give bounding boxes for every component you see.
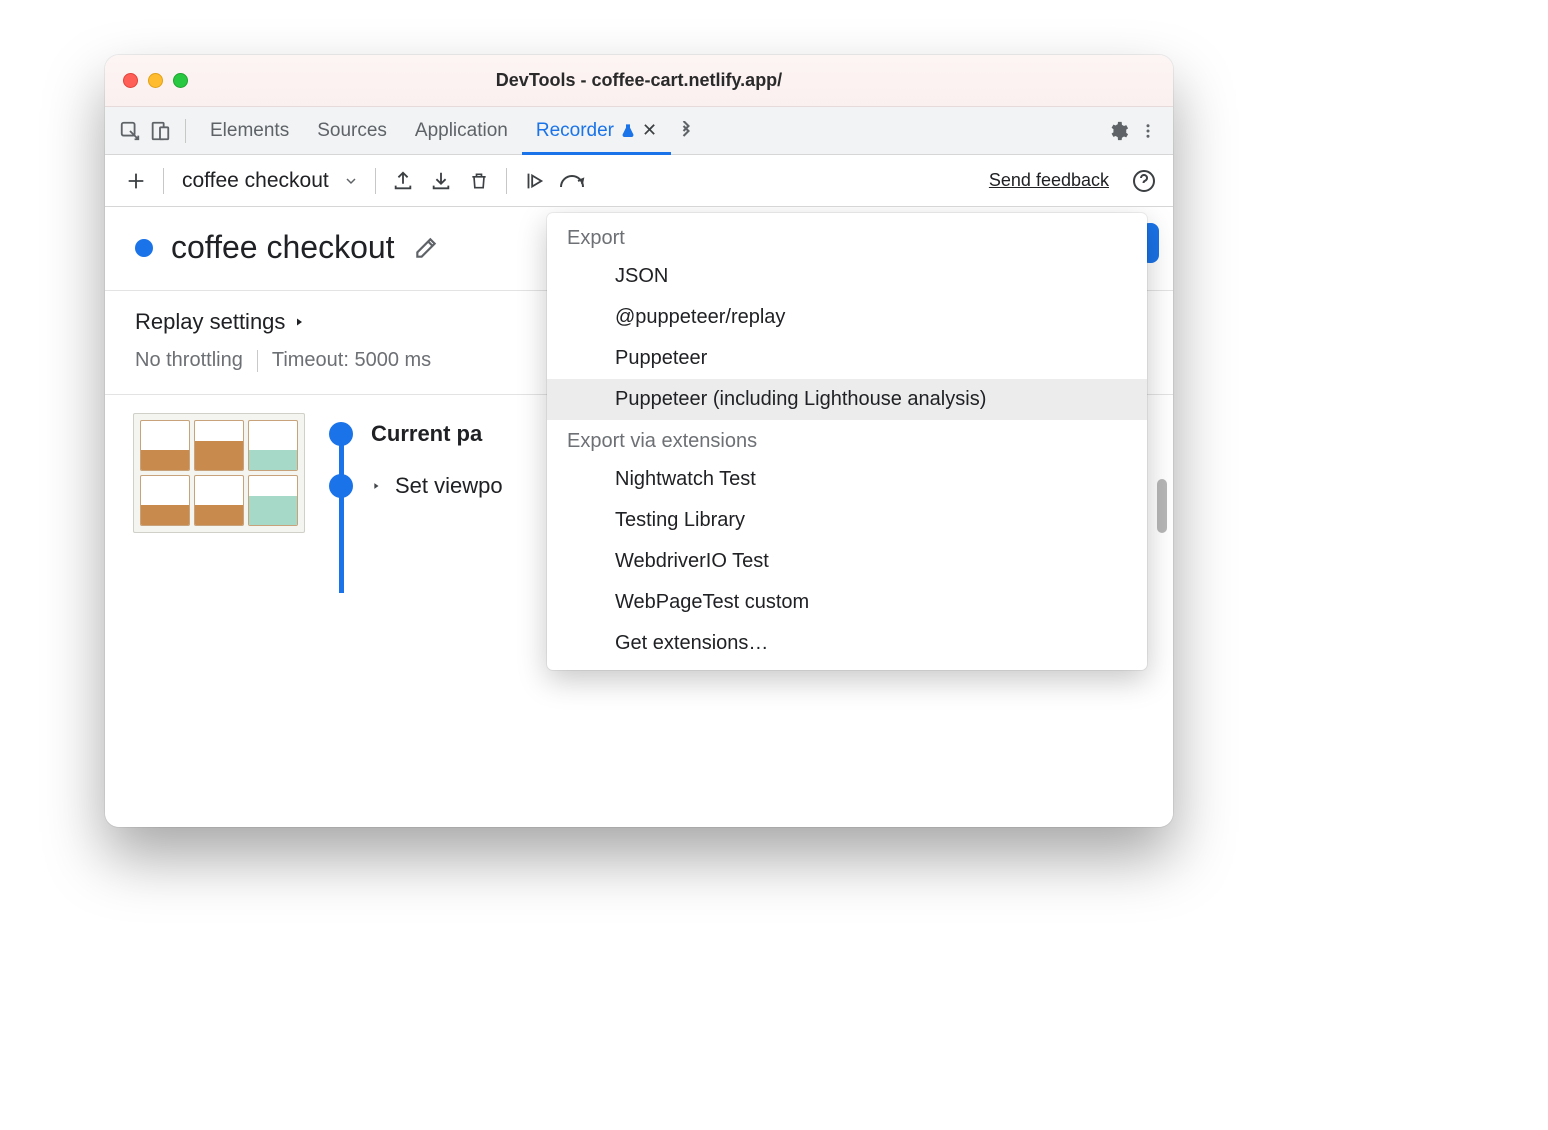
- edit-title-icon[interactable]: [413, 235, 439, 261]
- step-connector: [339, 433, 344, 593]
- slow-replay-icon[interactable]: [555, 164, 589, 198]
- separator: [163, 168, 164, 194]
- flask-icon: [620, 123, 636, 139]
- devtools-tabbar: Elements Sources Application Recorder ✕: [105, 107, 1173, 155]
- tab-sources[interactable]: Sources: [303, 107, 401, 155]
- help-icon[interactable]: [1127, 164, 1161, 198]
- chevron-down-icon: [343, 173, 359, 189]
- close-window-button[interactable]: [123, 73, 138, 88]
- export-menu-item-puppeteer-lighthouse[interactable]: Puppeteer (including Lighthouse analysis…: [547, 379, 1147, 420]
- tab-label: Elements: [210, 120, 289, 142]
- recorder-toolbar: coffee checkout Send f: [105, 155, 1173, 207]
- page-thumbnail: [133, 413, 305, 533]
- caret-right-icon: [293, 315, 305, 329]
- gear-icon[interactable]: [1103, 116, 1133, 146]
- timeout-value: Timeout: 5000 ms: [272, 349, 431, 372]
- separator: [375, 168, 376, 194]
- step-icon[interactable]: [517, 164, 551, 198]
- separator: [257, 350, 258, 372]
- tab-label: Sources: [317, 120, 387, 142]
- close-tab-icon[interactable]: ✕: [642, 120, 657, 141]
- tab-recorder[interactable]: Recorder ✕: [522, 107, 671, 155]
- export-menu-item-webpagetest[interactable]: WebPageTest custom: [547, 582, 1147, 623]
- step-label: Current pa: [371, 421, 482, 447]
- recorder-content: ⋮ coffee checkout Replay settings No thr…: [105, 207, 1173, 827]
- device-toolbar-icon[interactable]: [145, 116, 175, 146]
- maximize-window-button[interactable]: [173, 73, 188, 88]
- inspect-element-icon[interactable]: [115, 116, 145, 146]
- new-recording-icon[interactable]: [119, 164, 153, 198]
- titlebar: DevTools - coffee-cart.netlify.app/: [105, 55, 1173, 107]
- step-dot: [329, 474, 353, 498]
- recording-title: coffee checkout: [171, 229, 395, 266]
- caret-right-icon: [371, 480, 381, 492]
- step-dot: [329, 422, 353, 446]
- export-menu-header: Export: [547, 217, 1147, 256]
- recording-select-label: coffee checkout: [182, 169, 329, 193]
- export-menu-extensions-header: Export via extensions: [547, 420, 1147, 459]
- export-menu-item-nightwatch[interactable]: Nightwatch Test: [547, 459, 1147, 500]
- export-icon[interactable]: [386, 164, 420, 198]
- devtools-window: DevTools - coffee-cart.netlify.app/ Elem…: [105, 55, 1173, 827]
- tab-label: Recorder: [536, 120, 614, 142]
- tab-elements[interactable]: Elements: [196, 107, 303, 155]
- separator: [185, 119, 186, 143]
- export-menu-item-webdriverio[interactable]: WebdriverIO Test: [547, 541, 1147, 582]
- delete-icon[interactable]: [462, 164, 496, 198]
- minimize-window-button[interactable]: [148, 73, 163, 88]
- step-label: Set viewpo: [395, 473, 503, 499]
- traffic-lights: [123, 73, 188, 88]
- replay-settings-label: Replay settings: [135, 309, 285, 335]
- kebab-menu-icon[interactable]: [1133, 116, 1163, 146]
- export-menu-item-json[interactable]: JSON: [547, 256, 1147, 297]
- recording-select[interactable]: coffee checkout: [174, 169, 365, 193]
- tab-application[interactable]: Application: [401, 107, 522, 155]
- export-menu-item-puppeteer[interactable]: Puppeteer: [547, 338, 1147, 379]
- separator: [506, 168, 507, 194]
- export-menu-item-testing-library[interactable]: Testing Library: [547, 500, 1147, 541]
- window-title: DevTools - coffee-cart.netlify.app/: [496, 70, 782, 91]
- recording-status-dot: [135, 239, 153, 257]
- tab-label: Application: [415, 120, 508, 142]
- export-menu: Export JSON @puppeteer/replay Puppeteer …: [547, 213, 1147, 670]
- export-menu-item-puppeteer-replay[interactable]: @puppeteer/replay: [547, 297, 1147, 338]
- throttling-value: No throttling: [135, 349, 243, 372]
- export-menu-item-get-extensions[interactable]: Get extensions…: [547, 623, 1147, 664]
- scrollbar-thumb[interactable]: [1157, 479, 1167, 533]
- send-feedback-link[interactable]: Send feedback: [989, 170, 1109, 191]
- import-icon[interactable]: [424, 164, 458, 198]
- more-tabs-icon[interactable]: [671, 116, 701, 146]
